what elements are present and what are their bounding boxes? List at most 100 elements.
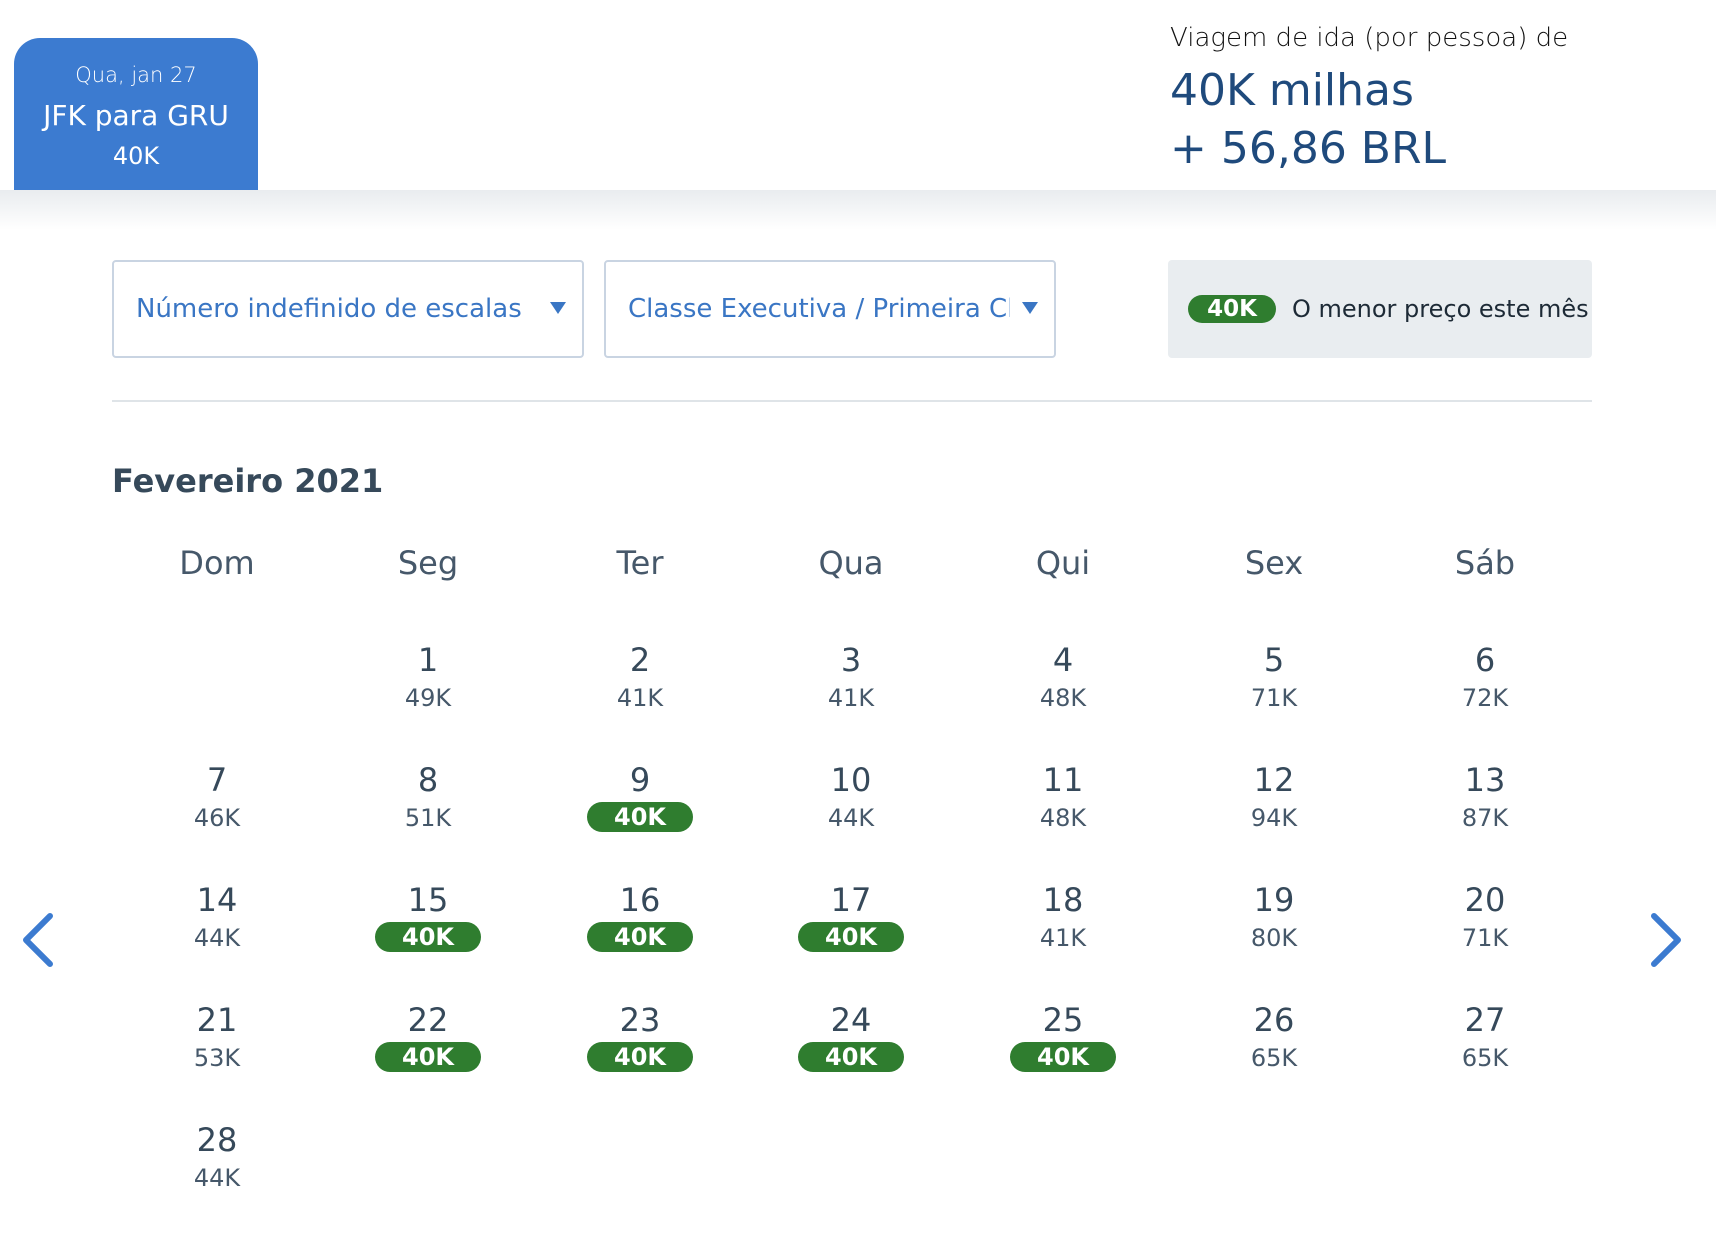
calendar-day-24[interactable]: 24 40K <box>776 1000 926 1090</box>
day-number: 2 <box>629 641 651 679</box>
day-price: 80K <box>1250 924 1298 952</box>
month-title: Fevereiro 2021 <box>112 462 384 500</box>
day-number: 27 <box>1464 1001 1506 1039</box>
header: Qua, jan 27 JFK para GRU 40K Viagem de i… <box>0 0 1716 230</box>
weekday-label: Sex <box>1244 544 1304 582</box>
lowest-price-badge: 40K <box>587 1042 693 1072</box>
chevron-left-icon[interactable] <box>18 910 58 970</box>
calendar-day-21[interactable]: 21 53K <box>142 1000 292 1090</box>
lowest-price-badge: 40K <box>1188 295 1276 323</box>
weekday-label: Ter <box>616 544 664 582</box>
day-price: 46K <box>193 804 241 832</box>
selected-date-tab[interactable]: Qua, jan 27 JFK para GRU 40K <box>14 38 258 190</box>
calendar-day-7[interactable]: 7 46K <box>142 760 292 850</box>
lowest-price-badge: 40K <box>375 922 481 952</box>
cabin-class-dropdown-value: Classe Executiva / Primeira Classe <box>628 294 1010 324</box>
calendar-day-6[interactable]: 6 72K <box>1410 640 1560 730</box>
day-price: 94K <box>1250 804 1298 832</box>
day-number: 1 <box>417 641 439 679</box>
tab-route: JFK para GRU <box>43 99 229 132</box>
calendar-day-19[interactable]: 19 80K <box>1199 880 1349 970</box>
day-price: 65K <box>1250 1044 1298 1072</box>
weekday-label: Qua <box>818 544 884 582</box>
calendar-day-13[interactable]: 13 87K <box>1410 760 1560 850</box>
day-price: 71K <box>1250 684 1298 712</box>
day-number: 10 <box>830 761 872 799</box>
weekday-label: Dom <box>179 544 255 582</box>
day-number: 12 <box>1253 761 1295 799</box>
day-number: 7 <box>206 761 228 799</box>
calendar-day-3[interactable]: 3 41K <box>776 640 926 730</box>
price-summary: Viagem de ida (por pessoa) de 40K milhas… <box>1170 18 1568 178</box>
calendar-day-9[interactable]: 9 40K <box>565 760 715 850</box>
day-price: 65K <box>1461 1044 1509 1072</box>
day-price: 41K <box>616 684 664 712</box>
day-price: 44K <box>827 804 875 832</box>
calendar-day-11[interactable]: 11 48K <box>988 760 1138 850</box>
calendar-day-22[interactable]: 22 40K <box>353 1000 503 1090</box>
stops-dropdown[interactable]: Número indefinido de escalas <box>112 260 584 358</box>
day-price: 44K <box>193 1164 241 1192</box>
day-price: 48K <box>1039 684 1087 712</box>
calendar-day-20[interactable]: 20 71K <box>1410 880 1560 970</box>
tab-miles: 40K <box>112 142 160 170</box>
day-price: 48K <box>1039 804 1087 832</box>
calendar-day-12[interactable]: 12 94K <box>1199 760 1349 850</box>
day-number: 15 <box>407 881 449 919</box>
calendar-day-18[interactable]: 18 41K <box>988 880 1138 970</box>
day-number: 21 <box>196 1001 238 1039</box>
tab-date: Qua, jan 27 <box>75 63 197 87</box>
calendar-day-17[interactable]: 17 40K <box>776 880 926 970</box>
lowest-price-badge: 40K <box>798 1042 904 1072</box>
day-price: 44K <box>193 924 241 952</box>
day-number: 22 <box>407 1001 449 1039</box>
calendar-day-10[interactable]: 10 44K <box>776 760 926 850</box>
calendar-day-15[interactable]: 15 40K <box>353 880 503 970</box>
day-number: 16 <box>619 881 661 919</box>
day-number: 23 <box>619 1001 661 1039</box>
weekday-label: Sáb <box>1454 544 1516 582</box>
day-number: 20 <box>1464 881 1506 919</box>
calendar-day-8[interactable]: 8 51K <box>353 760 503 850</box>
day-price: 41K <box>1039 924 1087 952</box>
day-number: 17 <box>830 881 872 919</box>
day-number: 19 <box>1253 881 1295 919</box>
day-price: 72K <box>1461 684 1509 712</box>
calendar-day-5[interactable]: 5 71K <box>1199 640 1349 730</box>
day-number: 5 <box>1263 641 1285 679</box>
day-price: 71K <box>1461 924 1509 952</box>
price-cash: + 56,86 BRL <box>1170 123 1447 174</box>
day-number: 28 <box>196 1121 238 1159</box>
day-price: 87K <box>1461 804 1509 832</box>
day-price: 49K <box>404 684 452 712</box>
day-number: 4 <box>1052 641 1074 679</box>
caret-down-icon <box>550 302 566 314</box>
calendar-day-16[interactable]: 16 40K <box>565 880 715 970</box>
calendar-day-27[interactable]: 27 65K <box>1410 1000 1560 1090</box>
calendar-day-14[interactable]: 14 44K <box>142 880 292 970</box>
price-label: Viagem de ida (por pessoa) de <box>1170 23 1569 53</box>
day-price: 51K <box>404 804 452 832</box>
calendar-day-25[interactable]: 25 40K <box>988 1000 1138 1090</box>
day-number: 9 <box>629 761 651 799</box>
day-price: 53K <box>193 1044 241 1072</box>
divider <box>112 400 1592 402</box>
calendar-day-2[interactable]: 2 41K <box>565 640 715 730</box>
day-number: 24 <box>830 1001 872 1039</box>
calendar-day-23[interactable]: 23 40K <box>565 1000 715 1090</box>
day-number: 25 <box>1042 1001 1084 1039</box>
calendar-day-26[interactable]: 26 65K <box>1199 1000 1349 1090</box>
day-number: 11 <box>1042 761 1084 799</box>
chevron-right-icon[interactable] <box>1646 910 1686 970</box>
day-number: 14 <box>196 881 238 919</box>
calendar-day-4[interactable]: 4 48K <box>988 640 1138 730</box>
day-number: 3 <box>840 641 862 679</box>
weekday-label: Qui <box>1035 544 1091 582</box>
calendar-day-28[interactable]: 28 44K <box>142 1120 292 1210</box>
lowest-price-badge: 40K <box>798 922 904 952</box>
day-number: 8 <box>417 761 439 799</box>
day-number: 13 <box>1464 761 1506 799</box>
calendar-day-1[interactable]: 1 49K <box>353 640 503 730</box>
lowest-price-badge: 40K <box>587 802 693 832</box>
cabin-class-dropdown[interactable]: Classe Executiva / Primeira Classe <box>604 260 1056 358</box>
